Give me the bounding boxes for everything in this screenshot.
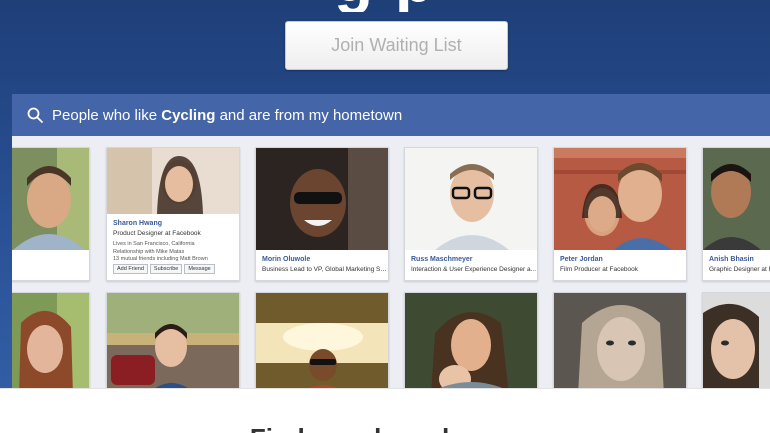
person-card[interactable]: Peter Jordan Film Producer at Facebook <box>553 147 687 281</box>
profile-photo <box>107 148 239 214</box>
hero-title-fragment: g p <box>0 0 770 12</box>
person-role: Film Producer at Facebook <box>560 266 639 273</box>
search-query-bar[interactable]: People who like Cycling and are from my … <box>12 94 770 136</box>
mutual-friends-detail: 13 mutual friends including Matt Brown <box>113 256 208 262</box>
person-card[interactable]: Morin Oluwole Business Lead to VP, Globa… <box>255 147 389 281</box>
person-role: at Facebook <box>12 266 89 273</box>
profile-photo <box>405 148 537 250</box>
card-actions: Add Friend Subscribe Message <box>113 264 215 274</box>
bottom-heading-fragment: Find people and more <box>0 423 770 433</box>
profile-photo <box>405 293 537 394</box>
people-grid: at Facebook Sharon Hwang Product Designe… <box>12 136 770 394</box>
profile-photo <box>554 148 686 250</box>
person-card[interactable]: Russ Maschmeyer Interaction & User Exper… <box>404 147 538 281</box>
bottom-section: Find people and more <box>0 388 770 433</box>
person-card[interactable] <box>702 292 770 394</box>
person-role: Business Lead to VP, Global Marketing So… <box>262 266 388 273</box>
subscribe-button[interactable]: Subscribe <box>149 264 183 274</box>
person-card[interactable] <box>255 292 389 394</box>
person-card[interactable] <box>553 292 687 394</box>
profile-photo <box>703 148 770 250</box>
person-role: Product Designer at Facebook <box>113 230 201 237</box>
profile-photo <box>12 148 89 250</box>
profile-photo <box>256 148 388 250</box>
person-card-expanded[interactable]: Sharon Hwang Product Designer at Faceboo… <box>106 147 240 281</box>
search-query-text: People who like Cycling and are from my … <box>52 106 403 124</box>
person-name[interactable]: Anish Bhasin <box>709 256 754 263</box>
search-keyword: Cycling <box>161 106 216 124</box>
person-name[interactable]: Russ Maschmeyer <box>411 256 472 263</box>
search-results-panel: People who like Cycling and are from my … <box>12 94 770 394</box>
person-card[interactable]: at Facebook <box>12 147 90 281</box>
person-name[interactable]: Sharon Hwang <box>113 220 162 227</box>
person-card[interactable]: Anish Bhasin Graphic Designer at Fa <box>702 147 770 281</box>
person-role: Interaction & User Experience Designer a… <box>411 266 537 273</box>
profile-photo <box>256 293 388 394</box>
person-name[interactable]: Peter Jordan <box>560 256 603 263</box>
profile-photo <box>554 293 686 394</box>
profile-photo <box>107 293 239 394</box>
person-name[interactable]: Morin Oluwole <box>262 256 310 263</box>
message-button[interactable]: Message <box>184 264 215 274</box>
search-icon <box>27 107 43 123</box>
person-role: Graphic Designer at Fa <box>709 266 770 273</box>
relationship-detail: Relationship with Mike Matas <box>113 249 185 255</box>
person-card[interactable] <box>12 292 90 394</box>
profile-photo <box>12 293 89 394</box>
profile-photo <box>703 293 770 394</box>
person-card[interactable] <box>404 292 538 394</box>
add-friend-button[interactable]: Add Friend <box>113 264 148 274</box>
join-waiting-list-button[interactable]: Join Waiting List <box>285 21 508 70</box>
person-card[interactable] <box>106 292 240 394</box>
lives-in-detail: Lives in San Francisco, California <box>113 241 195 247</box>
